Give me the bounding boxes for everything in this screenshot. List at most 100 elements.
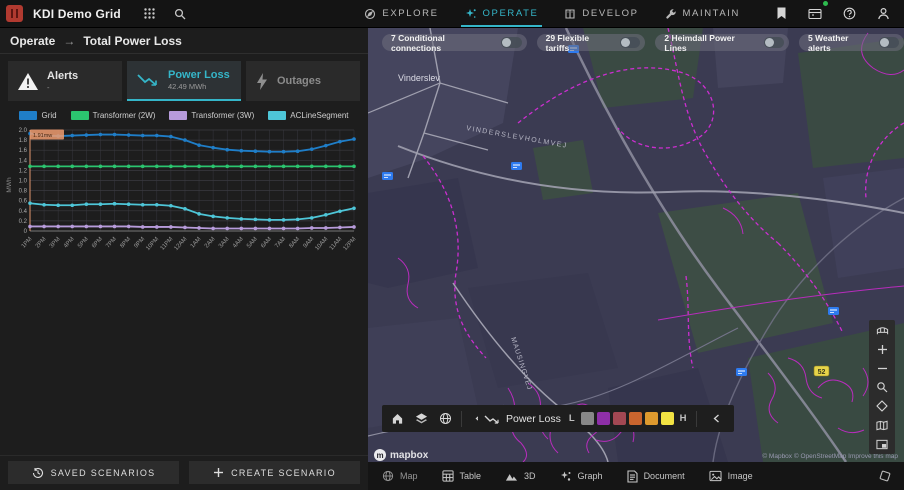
view-map-button[interactable]: Map xyxy=(382,470,418,482)
tab-sublabel: - xyxy=(47,83,50,92)
compass-icon[interactable] xyxy=(878,469,892,483)
color-swatch xyxy=(644,412,658,425)
chip-heimdall-power-lines[interactable]: 2 Heimdall Power Lines xyxy=(655,33,790,53)
view-3d-button[interactable]: 3D xyxy=(505,471,536,482)
chip-conditional-connections[interactable]: 7 Conditional connections xyxy=(382,33,527,53)
inset-map-icon[interactable] xyxy=(872,437,892,451)
view-graph-button[interactable]: Graph xyxy=(560,470,603,482)
view-label: Map xyxy=(400,471,418,481)
tab-label: Power Loss xyxy=(168,69,230,81)
tab-power-loss[interactable]: Power Loss 42.49 MWh xyxy=(127,61,241,101)
map-search-icon[interactable] xyxy=(872,380,892,394)
view-table-button[interactable]: Table xyxy=(441,470,481,482)
bookmark-icon[interactable] xyxy=(770,3,792,25)
nav-label: DEVELOP xyxy=(582,8,639,19)
create-scenario-button[interactable]: CREATE SCENARIO xyxy=(189,461,360,484)
collapse-legend-icon[interactable] xyxy=(706,408,728,430)
legend-label: ACLineSegment xyxy=(290,111,349,120)
svg-text:9AM: 9AM xyxy=(303,236,316,249)
svg-text:12PM: 12PM xyxy=(343,236,358,252)
page-title: Total Power Loss xyxy=(83,33,182,48)
svg-text:12AM: 12AM xyxy=(173,236,188,252)
kpi-tabs: Alerts - Power Loss 42.49 MWh Outages xyxy=(0,54,368,101)
svg-text:MWh: MWh xyxy=(6,177,13,193)
map-attribution[interactable]: © Mapbox © OpenStreetMap Improve this ma… xyxy=(762,453,898,460)
user-icon[interactable] xyxy=(872,3,894,25)
legend-swatch-icon xyxy=(19,111,38,120)
zoom-in-icon[interactable] xyxy=(872,342,892,356)
toggle-switch[interactable] xyxy=(878,37,899,48)
breadcrumb: Operate → Total Power Loss xyxy=(0,28,368,54)
mapbox-wordmark: mapbox xyxy=(390,449,429,461)
divider xyxy=(461,410,462,427)
svg-text:0.8: 0.8 xyxy=(19,189,28,195)
nav-item-maintain[interactable]: MAINTAIN xyxy=(665,0,740,27)
svg-text:1.2: 1.2 xyxy=(19,168,28,174)
view-image-button[interactable]: Image xyxy=(709,470,753,482)
view-document-button[interactable]: Document xyxy=(627,469,685,483)
sparkles-icon xyxy=(465,8,477,20)
scenario-footer: SAVED SCENARIOS CREATE SCENARIO xyxy=(0,455,368,490)
help-icon[interactable] xyxy=(838,3,860,25)
svg-text:10PM: 10PM xyxy=(145,236,160,252)
globe-icon[interactable] xyxy=(434,408,456,430)
power-loss-trend-icon xyxy=(136,71,160,89)
top-bar: KDI Demo Grid EXPLORE OPERATE DEVELOP MA… xyxy=(0,0,904,28)
mapbox-logo[interactable]: m mapbox xyxy=(374,448,428,462)
view-label: Image xyxy=(727,471,753,481)
zoom-out-icon[interactable] xyxy=(872,361,892,375)
tab-alerts[interactable]: Alerts - xyxy=(8,61,122,101)
color-swatch xyxy=(628,412,642,425)
breadcrumb-section[interactable]: Operate xyxy=(10,34,55,48)
legend-item[interactable]: Grid xyxy=(19,111,57,120)
toggle-switch[interactable] xyxy=(620,37,641,48)
map-canvas[interactable]: 52 Vinderslev Mausing VINDERSLEVHOLMVEJ … xyxy=(368,28,904,462)
toggle-switch[interactable] xyxy=(763,37,785,48)
legend-item[interactable]: ACLineSegment xyxy=(268,111,349,120)
layers-icon[interactable] xyxy=(410,408,432,430)
graph-sparkle-icon xyxy=(560,470,572,482)
tab-label: Outages xyxy=(277,74,322,87)
search-icon[interactable] xyxy=(169,3,191,25)
legend-high-label: H xyxy=(679,413,687,424)
toggle-switch[interactable] xyxy=(501,37,522,48)
primary-nav: EXPLORE OPERATE DEVELOP MAINTAIN xyxy=(364,0,740,27)
topbar-actions xyxy=(770,0,894,25)
nav-item-operate[interactable]: OPERATE xyxy=(460,0,543,27)
legend-item[interactable]: Transformer (2W) xyxy=(70,111,155,120)
color-swatch xyxy=(660,412,674,425)
power-loss-chart: Grid Transformer (2W) Transformer (3W) ACLi… xyxy=(0,109,368,265)
tab-outages[interactable]: Outages xyxy=(246,61,360,101)
locate-icon[interactable] xyxy=(872,399,892,413)
bridge-icon[interactable] xyxy=(872,323,892,337)
line-chart[interactable]: 1PM 2PM 3PM 4PM 5PM 6PM 7PM 8PM 9PM 10PM 11PM 12AM 1… xyxy=(4,125,362,265)
apps-grid-icon[interactable] xyxy=(139,3,161,25)
table-icon xyxy=(441,470,454,482)
scheduler-icon[interactable] xyxy=(804,0,829,25)
legend-label: Transformer (3W) xyxy=(191,111,255,120)
legend-item[interactable]: Transformer (3W) xyxy=(169,111,254,120)
saved-scenarios-button[interactable]: SAVED SCENARIOS xyxy=(8,461,179,484)
svg-text:11PM: 11PM xyxy=(160,236,175,251)
nav-item-develop[interactable]: DEVELOP xyxy=(564,0,638,27)
chip-flexible-tariffs[interactable]: 29 Flexible tariffs xyxy=(536,33,646,53)
basemap-icon[interactable] xyxy=(872,418,892,432)
color-swatch xyxy=(580,412,594,425)
home-icon[interactable] xyxy=(386,408,408,430)
svg-text:0.4: 0.4 xyxy=(19,209,28,215)
notification-badge xyxy=(822,0,829,7)
tab-sublabel: 42.49 MWh xyxy=(168,82,207,91)
nav-label: MAINTAIN xyxy=(682,8,740,19)
view-switcher-bar: Map Table 3D Graph Document Image xyxy=(368,462,904,490)
nav-item-explore[interactable]: EXPLORE xyxy=(364,0,438,27)
svg-text:1AM: 1AM xyxy=(190,236,203,249)
chip-weather-alerts[interactable]: 5 Weather alerts xyxy=(799,33,904,53)
route-shield: 52 xyxy=(813,365,830,377)
develop-icon xyxy=(564,8,576,20)
svg-text:52: 52 xyxy=(818,369,826,376)
svg-text:4AM: 4AM xyxy=(232,236,245,249)
app-logo-icon[interactable] xyxy=(6,5,23,22)
nav-label: EXPLORE xyxy=(382,8,439,19)
svg-text:0: 0 xyxy=(24,229,28,235)
view-label: Document xyxy=(643,471,685,481)
